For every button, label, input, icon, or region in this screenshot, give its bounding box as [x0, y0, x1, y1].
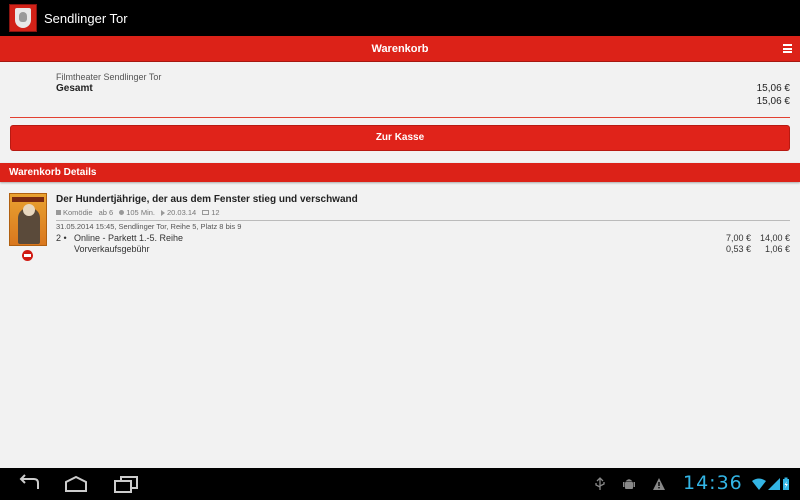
remove-item-icon[interactable]: [22, 250, 33, 261]
clock: 14:36: [683, 472, 743, 494]
release-icon: [161, 209, 165, 216]
movie-title: Der Hundertjährige, der aus dem Fenster …: [56, 194, 358, 205]
total-label: Gesamt: [56, 83, 93, 94]
signal-icon: [768, 478, 780, 490]
ticket-icon: [202, 210, 210, 215]
menu-icon[interactable]: [783, 44, 792, 53]
main-content: Filmtheater Sendlinger Tor Gesamt 15,06 …: [0, 63, 800, 468]
battery-charging-icon: [783, 477, 789, 490]
ticket-category: Online - Parkett 1.-5. Reihe: [74, 233, 184, 243]
cinema-name: Filmtheater Sendlinger Tor: [56, 72, 162, 82]
divider: [56, 220, 790, 221]
wifi-icon: [752, 478, 766, 490]
total-price: 15,06 €: [756, 96, 790, 107]
page-header: Warenkorb: [0, 36, 800, 62]
movie-meta: Komödie ab 6 105 Min. 20.03.14 12: [56, 208, 220, 217]
movie-genre: Komödie: [63, 208, 93, 217]
divider: [10, 117, 790, 118]
movie-poster[interactable]: [9, 193, 47, 246]
app-logo-icon[interactable]: [9, 4, 37, 32]
page-title: Warenkorb: [371, 43, 429, 55]
movie-ticket-count: 12: [211, 208, 220, 217]
fee-total-price: 1,06 €: [764, 244, 790, 254]
app-title: Sendlinger Tor: [44, 10, 128, 26]
ticket-unit-price: 7,00 €: [725, 233, 751, 243]
back-icon[interactable]: [14, 474, 44, 494]
movie-duration: 105 Min.: [126, 208, 155, 217]
system-nav-bar: 14:36: [0, 468, 800, 500]
cart-details-header: Warenkorb Details: [0, 163, 800, 182]
ticket-quantity: 2 •: [56, 233, 67, 243]
cinema-subtotal: 15,06 €: [756, 83, 790, 94]
movie-age-rating: ab 6: [98, 208, 114, 217]
app-bar: Sendlinger Tor: [0, 0, 800, 36]
duration-icon: [119, 210, 125, 215]
android-debug-icon: [623, 479, 635, 489]
fee-description: Vorverkaufsgebühr: [74, 244, 150, 254]
recent-apps-icon[interactable]: [111, 474, 141, 494]
home-icon[interactable]: [61, 474, 91, 494]
genre-icon: [56, 210, 61, 215]
showtime-info: 31.05.2014 15:45, Sendlinger Tor, Reihe …: [56, 222, 242, 231]
checkout-button[interactable]: Zur Kasse: [10, 125, 790, 151]
ticket-total-price: 14,00 €: [759, 233, 790, 243]
warning-icon: [653, 478, 665, 490]
usb-icon: [595, 477, 605, 490]
movie-release: 20.03.14: [167, 208, 197, 217]
fee-unit-price: 0,53 €: [725, 244, 751, 254]
